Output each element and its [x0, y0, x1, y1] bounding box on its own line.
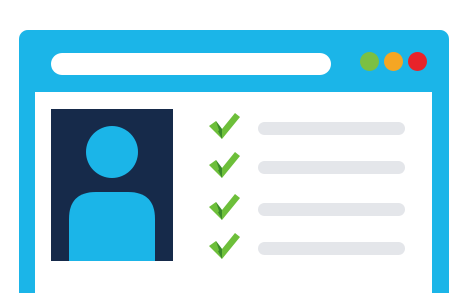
checklist-item [207, 192, 407, 222]
window-control-yellow[interactable] [384, 52, 403, 71]
address-bar[interactable] [51, 53, 331, 75]
checkmark-icon [209, 113, 240, 139]
checklist-item [207, 111, 407, 141]
checklist-item [207, 150, 407, 180]
placeholder-text-line [258, 161, 405, 174]
placeholder-text-line [258, 203, 405, 216]
content-panel [35, 92, 432, 293]
checkmark-icon [209, 233, 240, 259]
window-control-red[interactable] [408, 52, 427, 71]
placeholder-text-line [258, 122, 405, 135]
profile-photo [51, 109, 173, 261]
browser-window [19, 30, 449, 293]
placeholder-text-line [258, 242, 405, 255]
checkmark-icon [209, 194, 240, 220]
checklist-item [207, 231, 407, 261]
checkmark-icon [209, 152, 240, 178]
avatar-icon [69, 126, 155, 261]
window-control-green[interactable] [360, 52, 379, 71]
